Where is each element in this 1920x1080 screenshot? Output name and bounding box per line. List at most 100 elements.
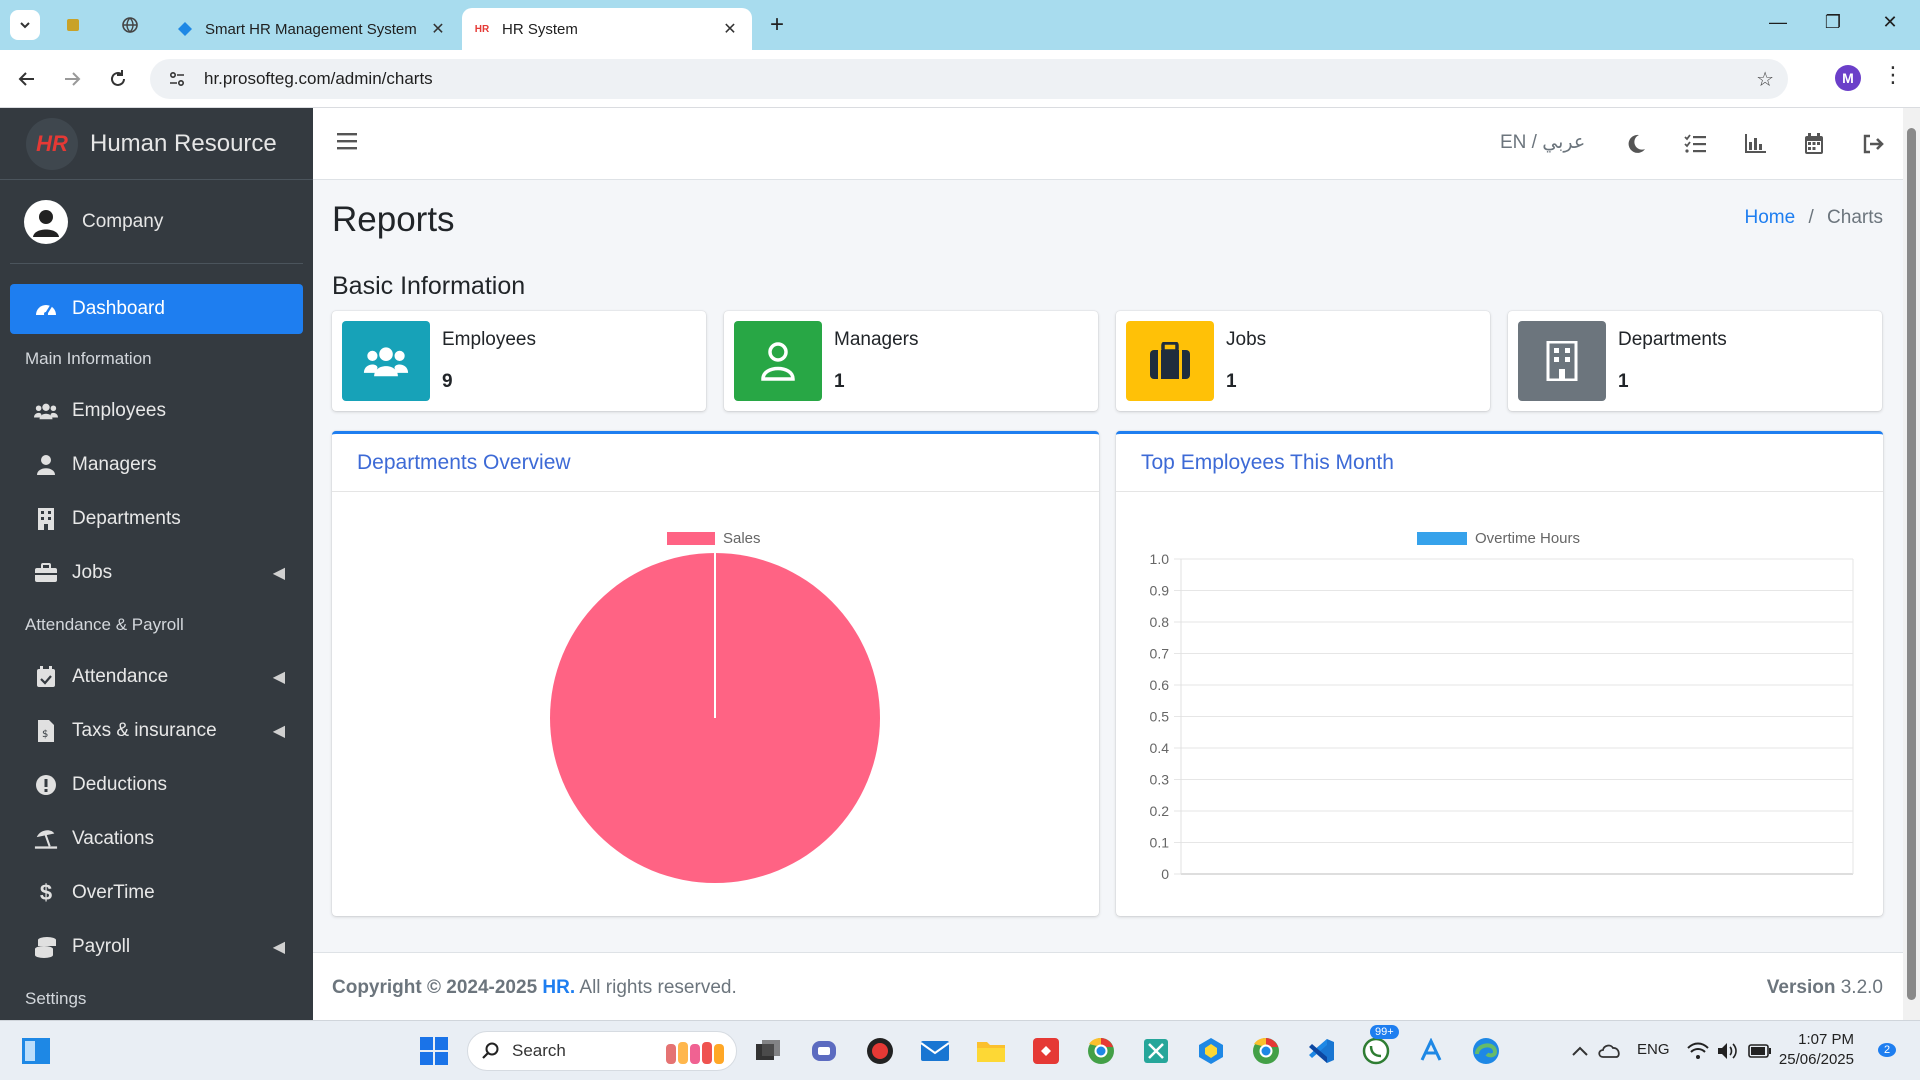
snipping-tool-icon[interactable]	[1140, 1035, 1172, 1067]
overtime-bar-chart: 1.0 0.9 0.8 0.7 0.6 0.5 0.4 0.3 0.2 0.1 0	[1150, 551, 1854, 882]
page-scrollbar[interactable]	[1903, 108, 1920, 1020]
restore-button[interactable]: ❐	[1813, 12, 1853, 33]
app-hexagon-icon[interactable]	[1195, 1035, 1227, 1067]
chrome-icon[interactable]	[1250, 1035, 1282, 1067]
scroll-thumb[interactable]	[1907, 128, 1916, 1000]
volume-icon[interactable]	[1712, 1035, 1744, 1067]
profile-avatar[interactable]: M	[1835, 65, 1861, 91]
close-window-button[interactable]: ✕	[1870, 12, 1910, 33]
sidebar-item-payroll[interactable]: Payroll ◀	[10, 920, 303, 974]
sidebar-header-attendance-payroll: Attendance & Payroll	[25, 615, 184, 634]
taskbar-search-input[interactable]: Search	[467, 1031, 737, 1071]
browser-menu-icon[interactable]: ⋮	[1882, 62, 1904, 88]
mail-icon[interactable]	[919, 1035, 951, 1067]
breadcrumb-home-link[interactable]: Home	[1745, 207, 1796, 228]
calendar-icon[interactable]	[1801, 131, 1827, 157]
whatsapp-badge: 99+	[1370, 1025, 1399, 1039]
clock-time[interactable]: 1:07 PM	[1790, 1031, 1854, 1048]
tab-search-button[interactable]	[10, 10, 40, 40]
notification-badge[interactable]: 2	[1878, 1043, 1897, 1057]
sidebar-item-dashboard[interactable]: Dashboard	[10, 284, 303, 334]
tab-smart-hr[interactable]: Smart HR Management System ✕	[165, 8, 460, 50]
vscode-icon[interactable]	[1305, 1035, 1337, 1067]
sidebar-item-employees[interactable]: Employees	[10, 384, 303, 438]
bar-chart-icon[interactable]	[1742, 131, 1768, 157]
teams-chat-icon[interactable]	[808, 1035, 840, 1067]
sidebar-item-managers[interactable]: Managers	[10, 438, 303, 492]
arrow-right-icon	[65, 72, 81, 86]
y-tick-label: 0.9	[1150, 583, 1170, 599]
file-explorer-icon[interactable]	[975, 1035, 1007, 1067]
pinned-tab-2[interactable]	[115, 10, 145, 40]
sidebar-item-overtime[interactable]: $ OverTime	[10, 866, 303, 920]
sidebar-item-label: Dashboard	[72, 298, 165, 319]
task-view-icon[interactable]	[752, 1035, 784, 1067]
calendar-check-icon	[34, 665, 58, 689]
new-tab-button[interactable]: +	[762, 10, 792, 40]
dashboard-icon	[34, 297, 58, 321]
close-tab-icon[interactable]: ✕	[428, 19, 448, 39]
edge-icon[interactable]	[1470, 1035, 1502, 1067]
url-field[interactable]: hr.prosofteg.com/admin/charts ☆	[150, 59, 1788, 99]
y-tick-label: 0.1	[1150, 835, 1170, 851]
input-language[interactable]: ENG	[1637, 1041, 1670, 1058]
language-switch[interactable]: EN / عربي	[1500, 131, 1585, 154]
brand-link[interactable]: HR Human Resource	[0, 108, 313, 180]
user-panel[interactable]: Company	[10, 180, 303, 264]
dollar-icon: $	[39, 880, 53, 905]
back-button[interactable]	[12, 64, 42, 94]
translator-icon[interactable]	[1415, 1035, 1447, 1067]
dark-mode-moon-icon[interactable]	[1623, 131, 1649, 157]
info-box-managers[interactable]: Managers 1	[724, 311, 1098, 411]
chevron-up-icon[interactable]	[1564, 1035, 1596, 1067]
info-box-jobs[interactable]: Jobs 1	[1116, 311, 1490, 411]
windows-start-icon[interactable]	[418, 1035, 450, 1067]
pinned-tab-1[interactable]	[58, 10, 88, 40]
building-icon	[34, 507, 58, 531]
sidebar-item-departments[interactable]: Departments	[10, 492, 303, 546]
hamburger-menu-icon[interactable]	[337, 132, 357, 155]
sidebar-item-attendance[interactable]: Attendance ◀	[10, 650, 303, 704]
hr-logo-icon: HR	[474, 23, 490, 35]
info-box-label: Employees	[442, 329, 536, 350]
battery-icon[interactable]	[1744, 1035, 1776, 1067]
chrome-profile-icon[interactable]	[1085, 1035, 1117, 1067]
tab-hr-system[interactable]: HR HR System ✕	[462, 8, 752, 50]
site-settings-icon[interactable]	[168, 70, 186, 88]
bookmark-star-icon[interactable]: ☆	[1756, 67, 1774, 92]
copyright-brand-link[interactable]: HR.	[542, 977, 575, 998]
user-name: Company	[82, 210, 164, 232]
task-list-icon[interactable]	[1682, 131, 1708, 157]
sidebar-item-label: Taxs & insurance	[72, 720, 217, 741]
sidebar: HR Human Resource Company Dashboard Main…	[0, 108, 313, 1020]
y-tick-label: 0.8	[1150, 614, 1170, 630]
sidebar-item-label: Jobs	[72, 562, 113, 583]
close-tab-icon[interactable]: ✕	[720, 19, 740, 39]
copyright: Copyright © 2024-2025 HR. All rights res…	[332, 977, 737, 999]
sidebar-item-jobs[interactable]: Jobs ◀	[10, 546, 303, 600]
info-box-employees[interactable]: Employees 9	[332, 311, 706, 411]
reload-button[interactable]	[103, 64, 133, 94]
forward-button[interactable]	[57, 64, 87, 94]
sidebar-item-deductions[interactable]: Deductions	[10, 758, 303, 812]
onedrive-cloud-icon[interactable]	[1594, 1035, 1626, 1067]
building-icon	[1518, 321, 1606, 401]
sidebar-item-taxs-insurance[interactable]: $ Taxs & insurance ◀	[10, 704, 303, 758]
sidebar-item-vacations[interactable]: Vacations	[10, 812, 303, 866]
logout-icon[interactable]	[1860, 131, 1886, 157]
minimize-button[interactable]: —	[1758, 12, 1798, 33]
people-figures-icon	[666, 1042, 724, 1064]
recorder-icon[interactable]	[864, 1035, 896, 1067]
info-box-departments[interactable]: Departments 1	[1508, 311, 1882, 411]
widgets-icon[interactable]	[20, 1035, 52, 1067]
whatsapp-icon[interactable]	[1360, 1035, 1392, 1067]
clock-date[interactable]: 25/06/2025	[1778, 1051, 1854, 1068]
info-box-value: 1	[1618, 371, 1629, 392]
sidebar-item-label: Departments	[72, 508, 181, 529]
brand-text: Human Resource	[90, 129, 277, 157]
main-header: EN / عربي	[313, 108, 1903, 180]
chevron-left-icon: ◀	[272, 565, 285, 582]
wifi-icon[interactable]	[1682, 1035, 1714, 1067]
anydesk-icon[interactable]	[1030, 1035, 1062, 1067]
diamond-icon	[177, 21, 193, 37]
